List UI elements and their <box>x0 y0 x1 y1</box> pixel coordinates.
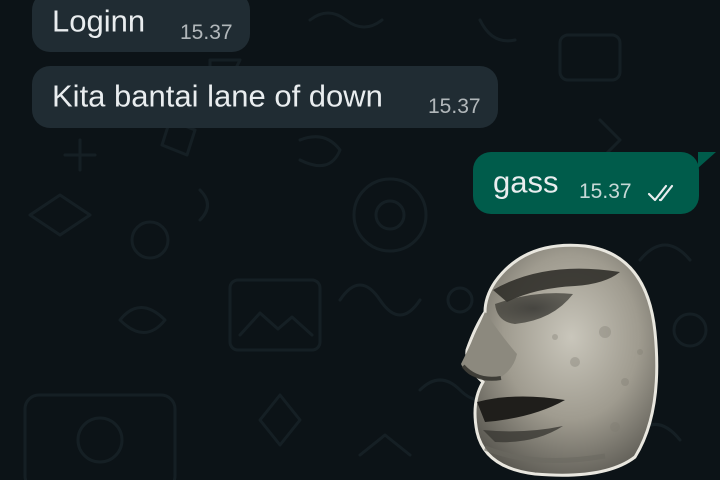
chat-conversation: Loginn 15.37 Kita bantai lane of down 15… <box>0 0 720 480</box>
incoming-message-bubble[interactable]: Kita bantai lane of down 15.37 <box>32 66 498 128</box>
message-text: gass <box>493 164 559 200</box>
message-time: 15.37 <box>180 21 233 44</box>
message-time: 15.37 <box>579 180 632 203</box>
bubble-tail <box>698 152 716 168</box>
incoming-message-bubble[interactable]: Loginn 15.37 <box>32 0 250 52</box>
outgoing-message-bubble[interactable]: gass 15.37 <box>473 152 699 214</box>
moai-face-sticker[interactable] <box>455 242 675 480</box>
message-text: Loginn <box>52 3 146 39</box>
message-time: 15.37 <box>428 95 481 118</box>
message-text: Kita bantai lane of down <box>52 78 383 114</box>
double-check-icon <box>647 184 674 202</box>
